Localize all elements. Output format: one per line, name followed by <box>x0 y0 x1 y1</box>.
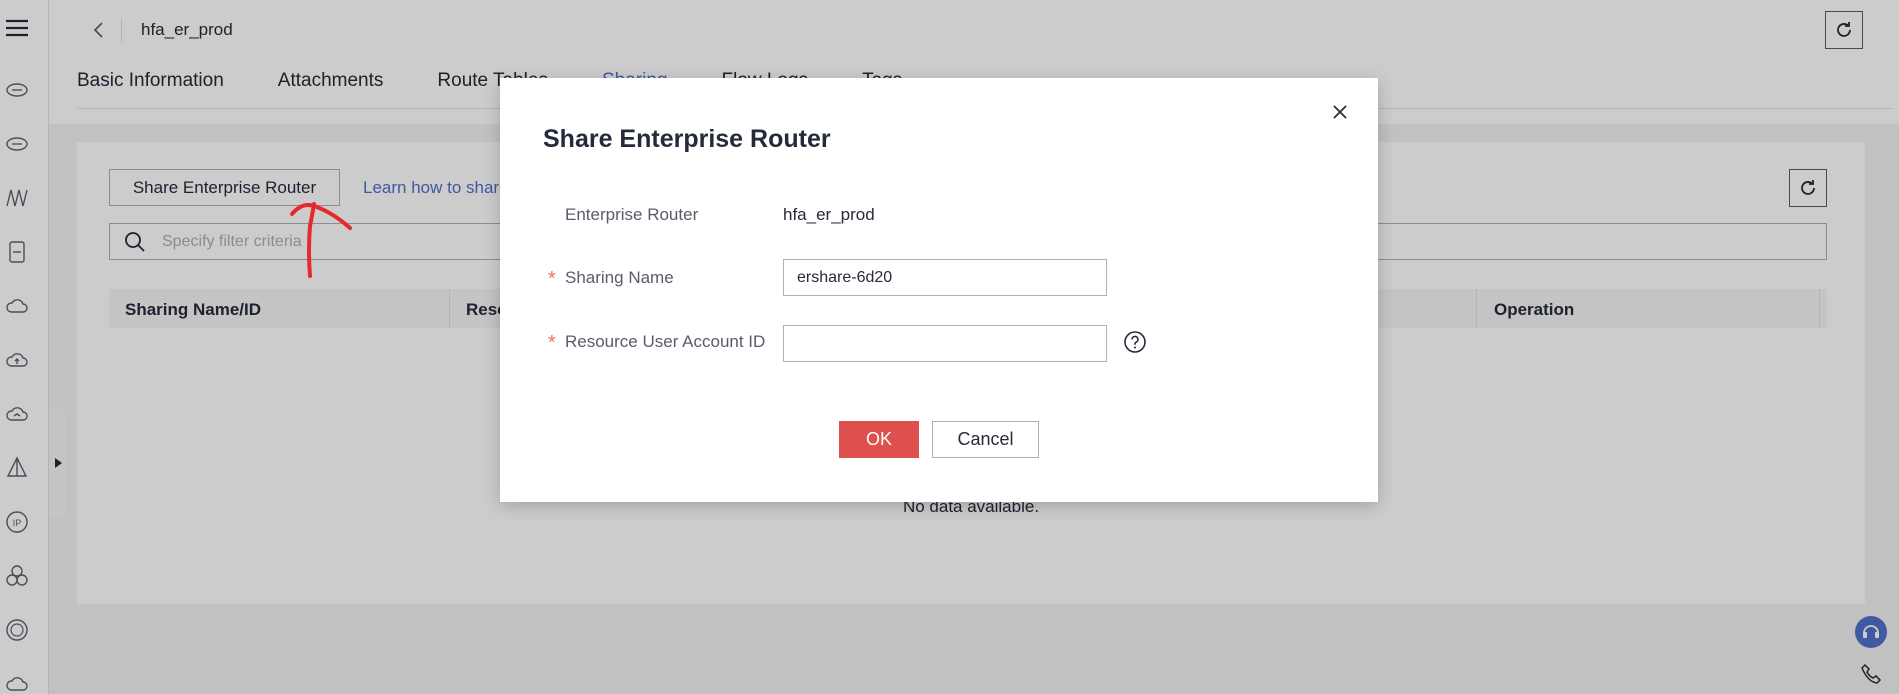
sharing-name-input[interactable]: ershare-6d20 <box>783 259 1107 296</box>
dialog-title: Share Enterprise Router <box>543 125 831 153</box>
enterprise-router-label: Enterprise Router <box>565 205 699 224</box>
annotation-arrow-icon <box>290 202 352 278</box>
required-marker: * <box>548 332 556 354</box>
close-icon <box>1333 105 1347 119</box>
share-enterprise-router-dialog: Share Enterprise Router Enterprise Route… <box>500 78 1378 502</box>
account-id-label: Resource User Account ID <box>565 332 766 351</box>
required-marker: * <box>548 268 556 290</box>
sharing-name-label: Sharing Name <box>565 268 674 287</box>
help-icon[interactable] <box>1123 330 1147 354</box>
ok-button[interactable]: OK <box>839 421 919 458</box>
dialog-close-button[interactable] <box>1328 100 1352 124</box>
account-id-input[interactable] <box>783 325 1107 362</box>
cancel-button[interactable]: Cancel <box>932 421 1039 458</box>
enterprise-router-value: hfa_er_prod <box>783 205 875 224</box>
